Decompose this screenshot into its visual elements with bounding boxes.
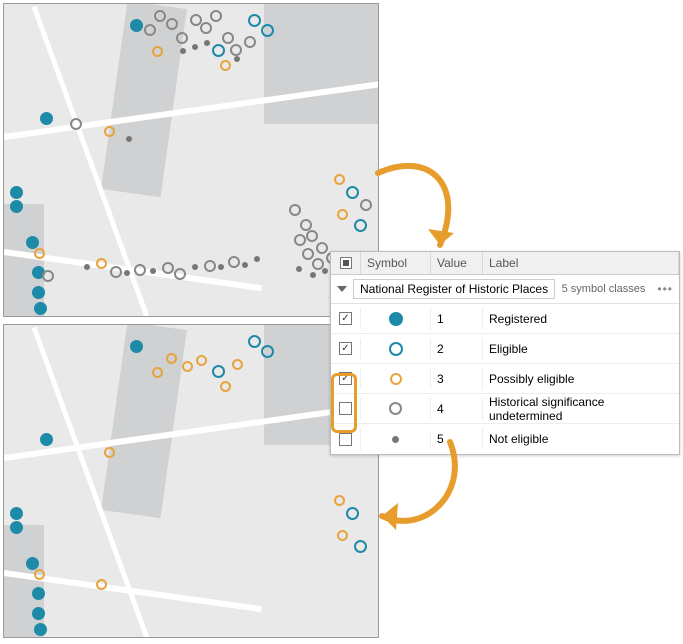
toggle-all-checkbox[interactable] xyxy=(340,257,352,269)
value-cell[interactable]: 5 xyxy=(431,428,483,450)
symbol-registered-icon[interactable] xyxy=(389,312,403,326)
header-visibility-column[interactable] xyxy=(331,252,361,274)
more-options-icon[interactable]: ••• xyxy=(657,282,673,296)
symbol-eligible-icon[interactable] xyxy=(389,342,403,356)
label-cell[interactable]: Not eligible xyxy=(483,428,679,450)
visibility-checkbox[interactable] xyxy=(339,342,352,355)
symbol-possibly-eligible-icon[interactable] xyxy=(390,373,402,385)
legend-row-undetermined[interactable]: 4 Historical significance undetermined xyxy=(331,394,679,424)
value-cell[interactable]: 1 xyxy=(431,308,483,330)
visibility-checkbox[interactable] xyxy=(339,402,352,415)
legend-row-registered[interactable]: 1 Registered xyxy=(331,304,679,334)
label-cell[interactable]: Possibly eligible xyxy=(483,368,679,390)
legend-header-row: Symbol Value Label xyxy=(331,252,679,275)
symbology-legend-panel: Symbol Value Label National Register of … xyxy=(330,251,680,455)
map-top[interactable] xyxy=(3,3,379,317)
header-label-label: Label xyxy=(483,252,679,274)
value-cell[interactable]: 2 xyxy=(431,338,483,360)
legend-row-eligible[interactable]: 2 Eligible xyxy=(331,334,679,364)
header-symbol-label: Symbol xyxy=(361,252,431,274)
value-cell[interactable]: 4 xyxy=(431,398,483,420)
legend-row-possibly-eligible[interactable]: 3 Possibly eligible xyxy=(331,364,679,394)
label-cell[interactable]: Registered xyxy=(483,308,679,330)
symbol-undetermined-icon[interactable] xyxy=(389,402,402,415)
chevron-down-icon[interactable] xyxy=(337,286,347,292)
symbol-not-eligible-icon[interactable] xyxy=(392,436,399,443)
symbol-classes-count: 5 symbol classes xyxy=(562,283,646,295)
value-cell[interactable]: 3 xyxy=(431,368,483,390)
label-cell[interactable]: Eligible xyxy=(483,338,679,360)
header-value-label: Value xyxy=(431,252,483,274)
layer-title-bar: National Register of Historic Places 5 s… xyxy=(331,275,679,304)
layer-name-field[interactable]: National Register of Historic Places xyxy=(353,279,555,299)
visibility-checkbox[interactable] xyxy=(339,433,352,446)
map-bottom[interactable] xyxy=(3,324,379,638)
visibility-checkbox[interactable] xyxy=(339,312,352,325)
map-background xyxy=(4,325,378,637)
visibility-checkbox[interactable] xyxy=(339,372,352,385)
legend-row-not-eligible[interactable]: 5 Not eligible xyxy=(331,424,679,454)
label-cell[interactable]: Historical significance undetermined xyxy=(483,391,679,427)
